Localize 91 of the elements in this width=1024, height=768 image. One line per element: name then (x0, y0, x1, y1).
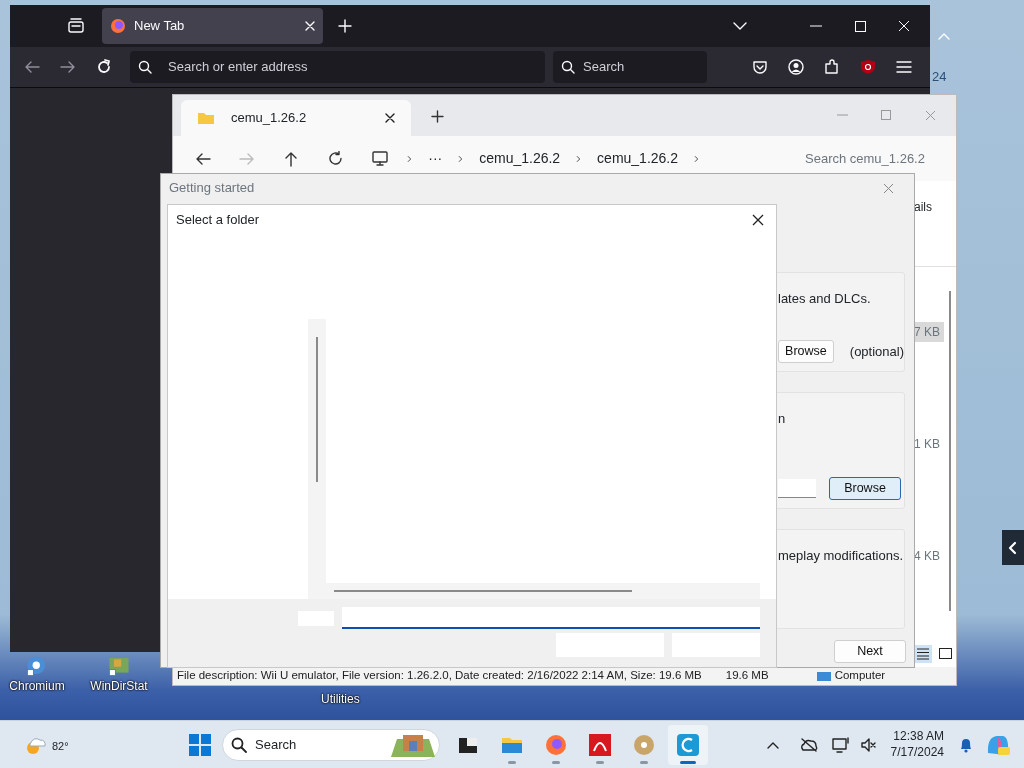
monitor-icon[interactable] (372, 151, 389, 166)
menu-icon[interactable] (896, 61, 912, 73)
breadcrumb-item[interactable]: cemu_1.26.2 (479, 148, 561, 169)
running-indicator (596, 760, 604, 764)
weather-widget[interactable]: 82° (24, 733, 174, 756)
chevron-left-icon (1008, 540, 1018, 555)
computer-icon (816, 670, 831, 682)
tab-title: New Tab (134, 17, 186, 36)
nav-label: Computer (834, 668, 886, 684)
search-icon (561, 60, 575, 74)
back-arrow-icon[interactable] (195, 151, 211, 166)
folder-name-field[interactable] (342, 607, 760, 629)
browse-button[interactable]: Browse (778, 340, 834, 363)
windows-logo-icon[interactable] (189, 733, 211, 756)
chevron-right-icon (407, 153, 413, 164)
scrollbar-thumb[interactable] (316, 337, 318, 482)
optional-label: (optional) (849, 342, 904, 361)
status-size: 19.6 MB (725, 668, 769, 684)
search-field[interactable]: Search (222, 728, 440, 761)
search-placeholder: Search (583, 58, 625, 77)
cloud-off-icon[interactable] (799, 737, 818, 752)
explorer-tab[interactable]: cemu_1.26.2 (181, 100, 411, 136)
bell-icon[interactable] (959, 736, 973, 753)
search-placeholder: Search cemu_1.26.2 (805, 149, 925, 168)
new-tab-icon[interactable] (430, 109, 444, 123)
tab-list-icon[interactable] (67, 18, 85, 34)
chevron-up-icon (938, 32, 950, 40)
browser-icon[interactable] (544, 732, 568, 757)
running-indicator (508, 760, 516, 764)
network-monitor-icon[interactable] (831, 736, 850, 753)
panel-text: meplay modifications. (778, 547, 904, 565)
chevron-right-icon (694, 153, 699, 164)
scrollbar-thumb[interactable] (949, 291, 951, 611)
dialog-title: Getting started (169, 179, 256, 198)
reload-icon[interactable] (96, 59, 112, 75)
refresh-icon[interactable] (327, 151, 343, 166)
panel-text: lates and DLCs. (778, 290, 872, 308)
scrollbar-thumb[interactable] (334, 590, 632, 592)
chevron-up-icon[interactable] (766, 740, 779, 749)
chevron-right-icon (458, 153, 464, 164)
column-header[interactable]: ails (914, 181, 956, 233)
tile-view-icon[interactable] (938, 648, 952, 660)
search-icon (138, 60, 152, 74)
clock[interactable]: 12:38 AM 7/17/2024 (890, 728, 944, 761)
browser-tab[interactable]: New Tab (102, 8, 323, 44)
more-button[interactable]: ··· (428, 148, 443, 169)
search-field[interactable]: Search (553, 51, 707, 83)
browse-button[interactable]: Browse (829, 477, 901, 500)
nav-item[interactable]: Computer (816, 667, 886, 685)
address-placeholder: Search or enter address (168, 58, 308, 77)
close-icon[interactable] (385, 113, 395, 123)
size-cell: 7 KB (914, 322, 944, 342)
panel-text: n (778, 410, 787, 428)
c-letter-app-icon[interactable] (676, 732, 700, 757)
desktop-label: Utilities (321, 691, 360, 708)
shortcut-label[interactable]: WinDirStat (90, 677, 148, 695)
search-placeholder: Search (255, 735, 298, 754)
path-field[interactable] (778, 479, 816, 499)
breadcrumb-item[interactable]: cemu_1.26.2 (597, 148, 679, 169)
chevron-right-icon (576, 153, 582, 164)
tab-title: cemu_1.26.2 (231, 109, 308, 128)
widget-text: 24 (932, 68, 947, 86)
running-indicator (640, 760, 648, 764)
puzzle-piece-icon[interactable] (824, 59, 840, 75)
status-text: File description: Wii U emulator, File version: 1.26.2.0, Date created: 2/16/2022 2:14 AM, Size: 19.6 MB (177, 668, 702, 684)
dialog-title: Select a folder (176, 210, 261, 229)
shortcut-label[interactable]: Chromium (9, 677, 65, 695)
next-button[interactable]: Next (834, 640, 906, 663)
forward-arrow-icon[interactable] (60, 60, 76, 74)
time-text: 12:38 AM (893, 728, 944, 745)
chevron-down-icon[interactable] (733, 22, 747, 30)
temperature-text: 82° (52, 738, 69, 754)
size-cell-text: 1 KB (914, 436, 941, 453)
shield-extension-icon[interactable] (860, 59, 876, 75)
search-icon (231, 736, 247, 753)
address-bar[interactable]: Search or enter address (130, 51, 545, 83)
browser-shortcut-icon[interactable] (26, 655, 48, 677)
folder-icon (197, 111, 215, 125)
date-text: 7/17/2024 (890, 744, 944, 761)
side-panel-toggle[interactable] (1002, 530, 1024, 565)
muted-speaker-icon[interactable] (860, 736, 877, 753)
document-reader-icon[interactable] (588, 732, 612, 757)
pocket-icon[interactable] (752, 59, 768, 75)
up-arrow-icon[interactable] (284, 150, 298, 167)
browser-logo-icon (110, 18, 126, 34)
account-icon[interactable] (788, 59, 804, 75)
list-view-icon[interactable] (916, 648, 930, 660)
running-indicator (552, 760, 560, 764)
running-indicator (680, 760, 696, 764)
treemap-shortcut-icon[interactable] (108, 655, 130, 677)
close-icon[interactable] (752, 213, 764, 226)
